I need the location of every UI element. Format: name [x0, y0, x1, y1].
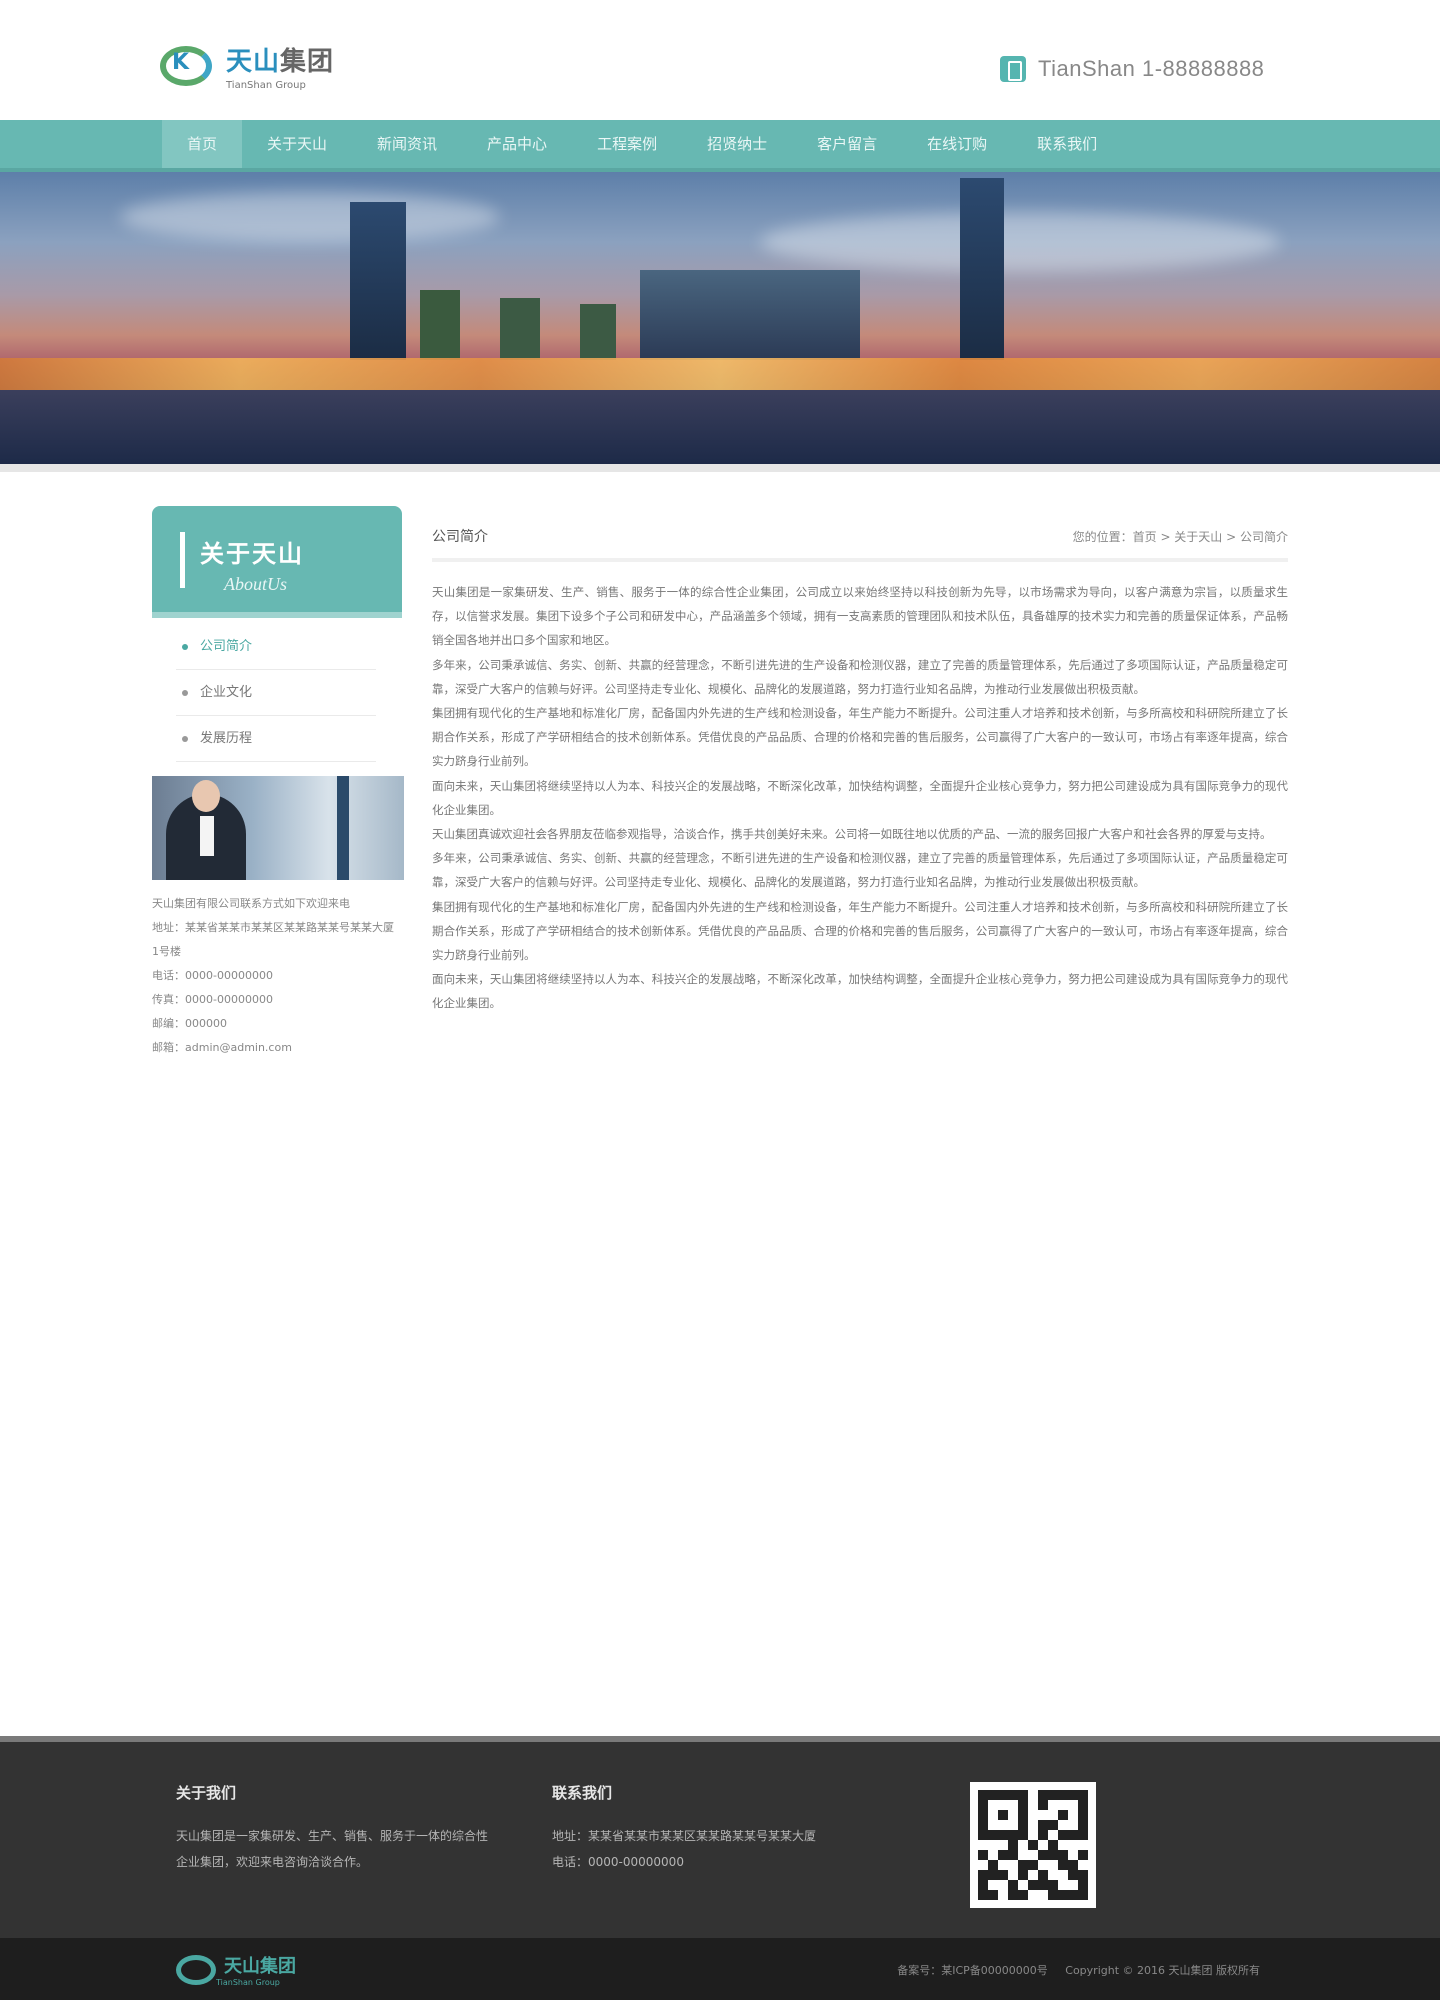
- article-paragraph: 面向未来，天山集团将继续坚持以人为本、科技兴企的发展战略，不断深化改革，加快结构…: [432, 972, 1288, 1011]
- footer-logo[interactable]: 天山集团 TianShan Group: [176, 1952, 296, 1987]
- article-paragraph: 集团拥有现代化的生产基地和标准化厂房，配备国内外先进的生产线和检测设备，年生产能…: [432, 899, 1288, 963]
- bullet-icon: [182, 689, 188, 696]
- nav-item-home[interactable]: 首页: [162, 120, 243, 168]
- article-body: 天山集团是一家集研发、生产、销售、服务于一体的综合性企业集团，公司成立以来始终坚…: [432, 580, 1288, 1480]
- logo[interactable]: K 天山集团 TianShan Group: [158, 38, 372, 94]
- contact-company: 天山集团有限公司联系方式如下欢迎来电: [152, 897, 350, 910]
- footer-contact-phone: 电话：0000-00000000: [552, 1855, 684, 1869]
- footer-contact: 联系我们 地址：某某省某某市某某区某某路某某号某某大厦 电话：0000-0000…: [552, 1782, 816, 1875]
- hotline-number: TianShan 1-88888888: [1038, 56, 1265, 81]
- footer-contact-title: 联系我们: [552, 1784, 613, 1802]
- qr-code-icon: [970, 1782, 1096, 1908]
- footer-about-text: 天山集团是一家集研发、生产、销售、服务于一体的综合性: [176, 1829, 489, 1843]
- footer-logo-subtitle: TianShan Group: [216, 1978, 280, 1987]
- nav-item-message[interactable]: 客户留言: [792, 120, 902, 168]
- contact-address: 地址：某某省某某市某某区某某路某某号某某大厦: [152, 921, 394, 934]
- content-header: 公司简介 您的位置：首页 > 关于天山 > 公司简介: [432, 520, 1288, 562]
- site-header: K 天山集团 TianShan Group TianShan 1-8888888…: [0, 0, 1440, 120]
- nav-item-products[interactable]: 产品中心: [462, 120, 572, 168]
- banner-divider: [0, 464, 1440, 472]
- footer-about-text-2: 企业集团，欢迎来电咨询洽谈合作。: [176, 1855, 369, 1869]
- contact-phone: 电话：0000-00000000: [152, 969, 273, 982]
- contact-zip: 邮编：000000: [152, 1017, 227, 1030]
- bottom-bar: 天山集团 TianShan Group 备案号：某ICP备00000000号 C…: [0, 1938, 1440, 2000]
- article-paragraph: 多年来，公司秉承诚信、务实、创新、共赢的经营理念，不断引进先进的生产设备和检测仪…: [432, 851, 1288, 890]
- icp-number[interactable]: 备案号：某ICP备00000000号: [897, 1964, 1048, 1977]
- sidebar-title-cn: 关于天山: [200, 540, 304, 568]
- logo-name: 天山集团: [226, 47, 335, 77]
- footer-about: 关于我们 天山集团是一家集研发、生产、销售、服务于一体的综合性 企业集团，欢迎来…: [176, 1782, 488, 1875]
- hotline: TianShan 1-88888888: [1000, 56, 1264, 82]
- article-paragraph: 集团拥有现代化的生产基地和标准化厂房，配备国内外先进的生产线和检测设备，年生产能…: [432, 706, 1288, 769]
- article-paragraph: 多年来，公司秉承诚信、务实、创新、共赢的经营理念，不断引进先进的生产设备和检测仪…: [432, 657, 1288, 696]
- sidebar-menu: 公司简介 企业文化 发展历程: [176, 624, 376, 762]
- nav-item-news[interactable]: 新闻资讯: [352, 120, 462, 168]
- footer-about-title: 关于我们: [176, 1784, 237, 1802]
- contact-fax: 传真：0000-00000000: [152, 993, 273, 1006]
- nav-item-about[interactable]: 关于天山: [242, 120, 352, 168]
- logo-subtitle: TianShan Group: [226, 80, 306, 91]
- copyright: 备案号：某ICP备00000000号 Copyright © 2016 天山集团…: [897, 1962, 1260, 1978]
- page-title: 公司简介: [432, 529, 488, 545]
- sidebar-title-en: AboutUs: [224, 574, 287, 594]
- nav-item-contact[interactable]: 联系我们: [1012, 120, 1122, 168]
- sidebar-contact-photo: [152, 776, 404, 880]
- sidebar-item-history[interactable]: 发展历程: [176, 716, 376, 762]
- site-footer: 关于我们 天山集团是一家集研发、生产、销售、服务于一体的综合性 企业集团，欢迎来…: [0, 1736, 1440, 1938]
- phone-icon: [1000, 56, 1026, 82]
- bullet-icon: [182, 643, 188, 650]
- bullet-icon: [182, 735, 188, 742]
- contact-email: 邮箱：admin@admin.com: [152, 1041, 292, 1054]
- footer-contact-address: 地址：某某省某某市某某区某某路某某号某某大厦: [552, 1829, 817, 1843]
- article-paragraph: 天山集团真诚欢迎社会各界朋友莅临参观指导，洽谈合作，携手共创美好未来。公司将一如…: [432, 827, 1272, 842]
- sidebar-contact-info: 天山集团有限公司联系方式如下欢迎来电 地址：某某省某某市某某区某某路某某号某某大…: [152, 892, 404, 1060]
- main-nav: 首页 关于天山 新闻资讯 产品中心 工程案例 招贤纳士 客户留言 在线订购 联系…: [0, 120, 1440, 172]
- article-paragraph: 面向未来，天山集团将继续坚持以人为本、科技兴企的发展战略，不断深化改革，加快结构…: [432, 778, 1288, 817]
- nav-item-order[interactable]: 在线订购: [902, 120, 1012, 168]
- sidebar-item-culture[interactable]: 企业文化: [176, 670, 376, 716]
- copyright-text: Copyright © 2016 天山集团 版权所有: [1065, 1964, 1260, 1977]
- footer-logo-name: 天山集团: [224, 1956, 296, 1977]
- contact-address-2: 1号楼: [152, 945, 181, 958]
- nav-item-jobs[interactable]: 招贤纳士: [682, 120, 792, 168]
- nav-item-cases[interactable]: 工程案例: [572, 120, 682, 168]
- banner-image: [0, 172, 1440, 464]
- sidebar-title: 关于天山 AboutUs: [152, 506, 402, 618]
- sidebar-item-profile[interactable]: 公司简介: [176, 624, 376, 670]
- logo-mark-icon: [176, 1954, 216, 1985]
- logo-mark-icon: K: [158, 40, 220, 92]
- breadcrumb[interactable]: 您的位置：首页 > 关于天山 > 公司简介: [1073, 528, 1288, 545]
- article-paragraph: 天山集团是一家集研发、生产、销售、服务于一体的综合性企业集团，公司成立以来始终坚…: [432, 585, 1288, 648]
